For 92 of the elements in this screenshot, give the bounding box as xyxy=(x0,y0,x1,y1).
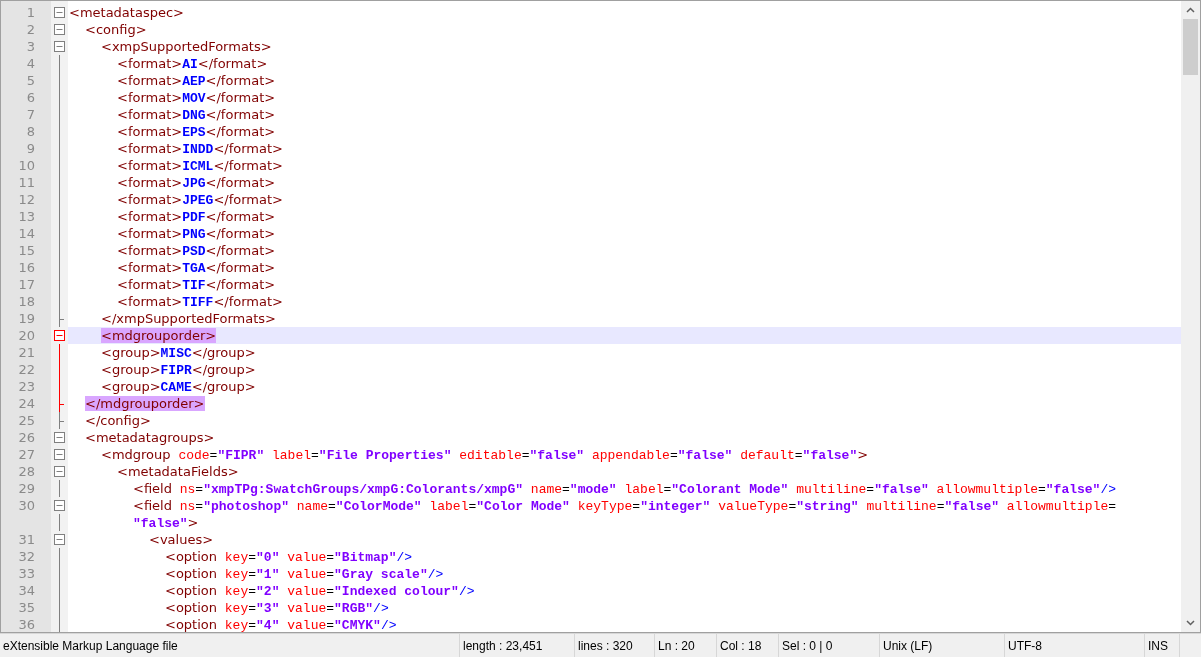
line-number: 22 xyxy=(18,362,35,377)
encoding-label: UTF-8 xyxy=(1008,637,1042,655)
fold-line-icon xyxy=(59,514,60,531)
fold-minus-icon[interactable] xyxy=(54,466,65,477)
code-line: "false"> xyxy=(132,514,200,531)
line-number: 35 xyxy=(18,600,35,615)
line-number: 26 xyxy=(18,430,35,445)
selection-label: Sel : 0 | 0 xyxy=(782,637,833,655)
line-number: 12 xyxy=(18,192,35,207)
code-line: <format>PNG</format> xyxy=(116,225,277,242)
code-line: <metadatagroups> xyxy=(84,429,216,446)
line-number: 28 xyxy=(18,464,35,479)
code-line: <mdgroup code="FIPR" label="File Properties" editable="false" appendable="false" default="false"> xyxy=(100,446,870,463)
file-type-label: eXtensible Markup Language file xyxy=(3,637,178,655)
code-line: <option key="0" value="Bitmap"/> xyxy=(164,548,414,565)
fold-minus-icon[interactable] xyxy=(54,24,65,35)
code-line: <format>JPG</format> xyxy=(116,174,277,191)
code-line: <metadataspec> xyxy=(68,4,185,21)
fold-minus-icon[interactable] xyxy=(54,330,65,341)
code-line: <metadataFields> xyxy=(116,463,240,480)
line-number: 27 xyxy=(18,447,35,462)
line-number: 10 xyxy=(18,158,35,173)
line-number: 21 xyxy=(18,345,35,360)
line-ending-label: Unix (LF) xyxy=(883,637,933,655)
line-number: 2 xyxy=(26,22,35,37)
line-number: 3 xyxy=(26,39,35,54)
code-line: </xmpSupportedFormats> xyxy=(100,310,277,327)
code-line: <option key="2" value="Indexed colour"/> xyxy=(164,582,476,599)
line-number: 32 xyxy=(18,549,35,564)
vertical-scrollbar[interactable] xyxy=(1181,1,1200,632)
code-line: <format>ICML</format> xyxy=(116,157,284,174)
line-number: 33 xyxy=(18,566,35,581)
code-line: <format>PDF</format> xyxy=(116,208,277,225)
line-number: 19 xyxy=(18,311,35,326)
line-number: 5 xyxy=(26,73,35,88)
line-number: 29 xyxy=(18,481,35,496)
fold-minus-icon[interactable] xyxy=(54,449,65,460)
line-number: 14 xyxy=(18,226,35,241)
fold-minus-icon[interactable] xyxy=(54,432,65,443)
code-line: <values> xyxy=(148,531,215,548)
line-number: 30 xyxy=(18,498,35,513)
line-number: 24 xyxy=(18,396,35,411)
line-number: 16 xyxy=(18,260,35,275)
code-line: <format>PSD</format> xyxy=(116,242,277,259)
fold-minus-icon[interactable] xyxy=(54,41,65,52)
line-number: 6 xyxy=(26,90,35,105)
code-line: <option key="3" value="RGB"/> xyxy=(164,599,390,616)
code-line: <config> xyxy=(84,21,148,38)
line-number: 15 xyxy=(18,243,35,258)
line-number: 18 xyxy=(18,294,35,309)
code-line: <option key="1" value="Gray scale"/> xyxy=(164,565,445,582)
line-number: 11 xyxy=(18,175,35,190)
code-line: <format>EPS</format> xyxy=(116,123,277,140)
lines-label: lines : 320 xyxy=(578,637,633,655)
line-number: 4 xyxy=(26,56,35,71)
line-number: 9 xyxy=(26,141,35,156)
line-number: 8 xyxy=(26,124,35,139)
line-number: 34 xyxy=(18,583,35,598)
code-line: <format>MOV</format> xyxy=(116,89,277,106)
line-number: 36 xyxy=(18,617,35,632)
code-line: <option key="4" value="CMYK"/> xyxy=(164,616,398,632)
fold-minus-icon[interactable] xyxy=(54,7,65,18)
line-number: 25 xyxy=(18,413,35,428)
code-line: <format>DNG</format> xyxy=(116,106,277,123)
line-number: 13 xyxy=(18,209,35,224)
line-number: 1 xyxy=(26,5,35,20)
line-position-label: Ln : 20 xyxy=(658,637,695,655)
code-line: <format>AI</format> xyxy=(116,55,269,72)
code-line: <xmpSupportedFormats> xyxy=(100,38,273,55)
code-line: <format>JPEG</format> xyxy=(116,191,284,208)
code-line: <format>TIFF</format> xyxy=(116,293,284,310)
code-line: <format>TGA</format> xyxy=(116,259,277,276)
line-number: 7 xyxy=(26,107,35,122)
code-line: <field ns="xmpTPg:SwatchGroups/xmpG:Colorants/xmpG" name="mode" label="Colorant Mode" multiline="false" allowmultiple="false"/> xyxy=(132,480,1117,497)
code-line: <format>INDD</format> xyxy=(116,140,284,157)
code-line: </config> xyxy=(84,412,152,429)
line-number: 23 xyxy=(18,379,35,394)
insert-mode-label: INS xyxy=(1148,637,1168,655)
code-line: <group>FIPR</group> xyxy=(100,361,257,378)
line-number: 20 xyxy=(18,328,35,343)
line-number: 31 xyxy=(18,532,35,547)
code-line: <field ns="photoshop" name="ColorMode" label="Color Mode" keyType="integer" valueType="string" multiline="false" allowmultiple= xyxy=(132,497,1118,514)
fold-minus-icon[interactable] xyxy=(54,534,65,545)
code-line: <group>MISC</group> xyxy=(100,344,257,361)
length-label: length : 23,451 xyxy=(463,637,543,655)
code-line: <group>CAME</group> xyxy=(100,378,257,395)
code-line: <format>AEP</format> xyxy=(116,72,277,89)
fold-minus-icon[interactable] xyxy=(54,500,65,511)
column-position-label: Col : 18 xyxy=(720,637,762,655)
line-number: 17 xyxy=(18,277,35,292)
code-line: <format>TIF</format> xyxy=(116,276,277,293)
scrollbar-thumb[interactable] xyxy=(1183,19,1198,75)
